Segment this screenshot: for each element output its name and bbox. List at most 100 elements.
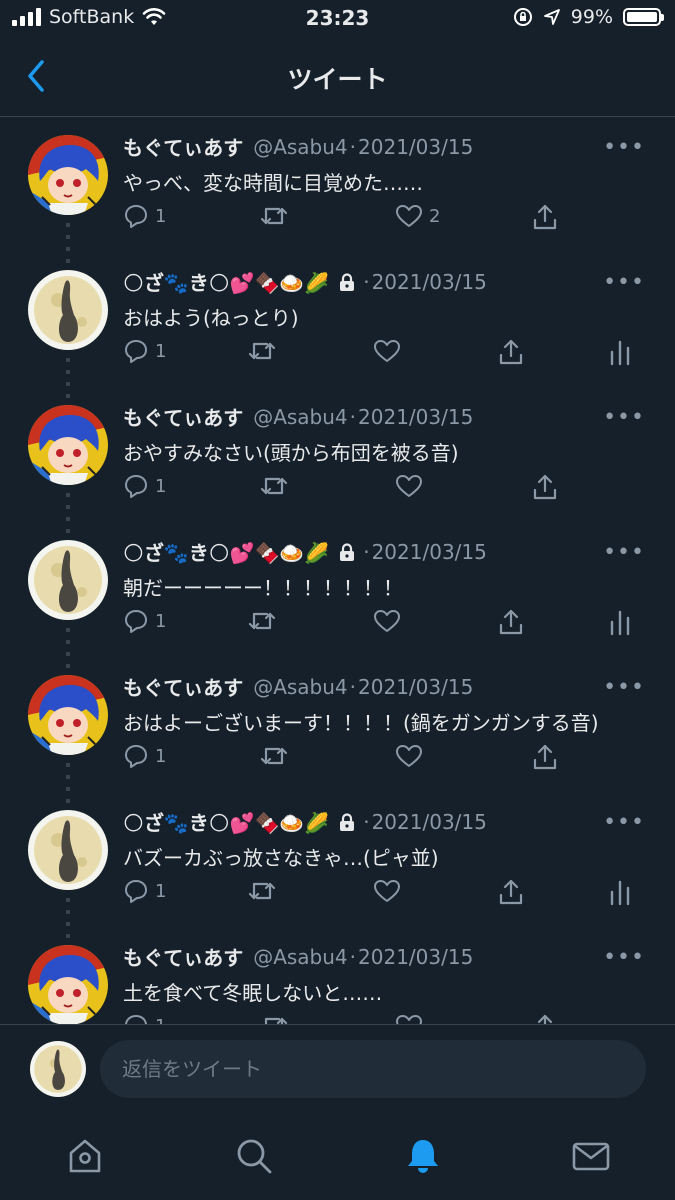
share-icon <box>499 609 523 635</box>
tab-notifications[interactable] <box>401 1134 445 1178</box>
tweet-header: もぐてぃあす @Asabu4 · 2021/03/15 <box>123 942 583 971</box>
display-name: もぐてぃあす <box>123 406 244 430</box>
heart-icon <box>396 1015 422 1024</box>
tweet-date: 2021/03/15 <box>371 809 487 834</box>
reply-button[interactable]: 1 <box>123 473 166 499</box>
reply-button[interactable]: 1 <box>123 1013 166 1024</box>
tab-bar <box>0 1116 675 1200</box>
like-button[interactable] <box>373 878 401 904</box>
like-button[interactable]: 2 <box>395 203 440 229</box>
reply-button[interactable]: 1 <box>123 608 166 634</box>
orientation-lock-icon <box>513 8 532 26</box>
tab-home[interactable] <box>63 1134 107 1178</box>
more-options-icon[interactable]: ••• <box>603 405 645 430</box>
navigation-header: ツイート <box>0 38 675 117</box>
reply-icon <box>125 475 147 498</box>
location-icon <box>543 9 560 25</box>
analytics-icon <box>610 340 630 366</box>
reply-count: 1 <box>155 610 167 632</box>
more-options-icon[interactable]: ••• <box>603 540 645 565</box>
tweet-header: 🌕ざ🐾き🌕💕🍫🍛🌽 · 2021/03/15 <box>123 267 583 296</box>
share-button[interactable] <box>497 608 525 636</box>
heart-icon <box>396 745 422 767</box>
more-options-icon[interactable]: ••• <box>603 270 645 295</box>
reply-icon <box>125 610 147 633</box>
avatar[interactable] <box>28 810 108 890</box>
tweet-actions: 1 <box>123 878 643 914</box>
reply-button[interactable]: 1 <box>123 338 166 364</box>
tab-search[interactable] <box>232 1134 276 1178</box>
avatar[interactable] <box>28 405 108 485</box>
like-button[interactable] <box>373 338 401 364</box>
retweet-button[interactable] <box>247 608 277 634</box>
share-button[interactable] <box>531 1013 559 1024</box>
more-options-icon[interactable]: ••• <box>603 675 645 700</box>
avatar[interactable] <box>28 135 108 215</box>
tweet-header: もぐてぃあす @Asabu4 · 2021/03/15 <box>123 402 583 431</box>
tweet[interactable]: 🌕ざ🐾き🌕💕🍫🍛🌽 · 2021/03/15 ••• おはよう(ねっとり) 1 <box>0 252 675 398</box>
more-options-icon[interactable]: ••• <box>603 135 645 160</box>
reply-button[interactable]: 1 <box>123 743 166 769</box>
tweet[interactable]: もぐてぃあす @Asabu4 · 2021/03/15 ••• おやすみなさい(頭から布団… <box>0 387 675 533</box>
reply-button[interactable]: 1 <box>123 878 166 904</box>
like-button[interactable] <box>395 473 429 499</box>
avatar[interactable] <box>28 675 108 755</box>
avatar[interactable] <box>30 1041 86 1097</box>
like-button[interactable] <box>395 743 429 769</box>
reply-input[interactable] <box>100 1040 646 1098</box>
retweet-button[interactable] <box>247 338 277 364</box>
retweet-button[interactable] <box>259 203 289 229</box>
avatar[interactable] <box>28 270 108 350</box>
tab-messages[interactable] <box>569 1134 613 1178</box>
avatar[interactable] <box>28 945 108 1024</box>
retweet-button[interactable] <box>259 473 289 499</box>
share-button[interactable] <box>497 338 525 366</box>
tweet-header: 🌕ざ🐾き🌕💕🍫🍛🌽 · 2021/03/15 <box>123 807 583 836</box>
tweet-header: もぐてぃあす @Asabu4 · 2021/03/15 <box>123 672 583 701</box>
share-button[interactable] <box>531 473 559 501</box>
user-handle: @Asabu4 <box>253 134 348 159</box>
tweet[interactable]: もぐてぃあす @Asabu4 · 2021/03/15 ••• おはよーございまーす！！！… <box>0 657 675 803</box>
reply-count: 1 <box>155 340 167 362</box>
lock-icon <box>340 542 355 561</box>
analytics-button[interactable] <box>609 608 631 636</box>
heart-icon <box>374 610 400 632</box>
reply-button[interactable]: 1 <box>123 203 166 229</box>
share-icon <box>499 879 523 905</box>
retweet-button[interactable] <box>259 743 289 769</box>
tweet[interactable]: もぐてぃあす @Asabu4 · 2021/03/15 ••• やっべ、変な時間に目覚めた… <box>0 117 675 263</box>
more-options-icon[interactable]: ••• <box>603 945 645 970</box>
page-title: ツイート <box>287 65 388 94</box>
analytics-button[interactable] <box>609 878 631 906</box>
heart-icon <box>396 205 422 227</box>
tweet[interactable]: 🌕ざ🐾き🌕💕🍫🍛🌽 · 2021/03/15 ••• 朝だーーーーー！！！！！！！ 1 <box>0 522 675 668</box>
share-icon <box>533 204 557 230</box>
avatar[interactable] <box>28 540 108 620</box>
share-icon <box>533 744 557 770</box>
analytics-button[interactable] <box>609 338 631 366</box>
tweet[interactable]: もぐてぃあす @Asabu4 · 2021/03/15 ••• 土を食べて冬眠しないと……… <box>0 927 675 1024</box>
like-button[interactable] <box>373 608 401 634</box>
retweet-icon <box>260 207 288 225</box>
reply-count: 1 <box>155 205 167 227</box>
more-options-icon[interactable]: ••• <box>603 810 645 835</box>
tweet-header: 🌕ざ🐾き🌕💕🍫🍛🌽 · 2021/03/15 <box>123 537 583 566</box>
lock-icon <box>340 812 355 831</box>
reply-count: 1 <box>155 880 167 902</box>
tweet-thread: もぐてぃあす @Asabu4 · 2021/03/15 ••• やっべ、変な時間に目覚めた… <box>0 117 675 1024</box>
tweet-text: 土を食べて冬眠しないと…… <box>123 981 383 1005</box>
tweet-actions: 1 <box>123 473 643 509</box>
share-button[interactable] <box>531 743 559 771</box>
like-button[interactable] <box>395 1013 429 1024</box>
display-name: 🌕ざ🐾き🌕💕🍫🍛🌽 <box>123 271 330 295</box>
tweet[interactable]: 🌕ざ🐾き🌕💕🍫🍛🌽 · 2021/03/15 ••• バズーカぶっ放さなきゃ…(ピャ並)… <box>0 792 675 938</box>
retweet-icon <box>248 612 276 630</box>
tweet-text: バズーカぶっ放さなきゃ…(ピャ並) <box>123 846 439 870</box>
share-button[interactable] <box>497 878 525 906</box>
retweet-icon <box>264 1017 288 1024</box>
search-icon <box>237 1139 272 1174</box>
share-button[interactable] <box>531 203 559 231</box>
retweet-button[interactable] <box>247 878 277 904</box>
tweet-actions: 1 <box>123 338 643 374</box>
retweet-button[interactable] <box>259 1013 289 1024</box>
